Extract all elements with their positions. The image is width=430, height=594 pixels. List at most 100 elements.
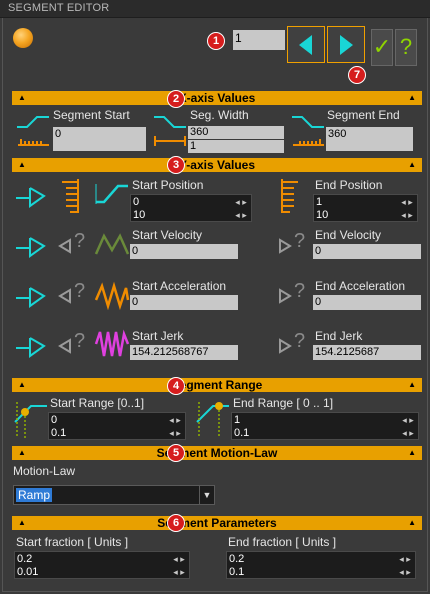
badge-1: 1 [207, 32, 225, 50]
section-y-axis: ▲ Y-axis Values ▲ [12, 158, 422, 172]
start-boundary-icon [16, 187, 46, 208]
status-orb-icon [13, 28, 33, 48]
badge-6: 6 [167, 514, 185, 532]
section-motion-law-title: Segment Motion-Law [156, 446, 278, 460]
badge-7: 7 [348, 66, 366, 84]
spin-arrows-icon[interactable]: ◂ ▸ [396, 553, 414, 565]
title-bar: SEGMENT EDITOR [0, 0, 430, 18]
spin-arrows-icon[interactable]: ◂ ▸ [398, 209, 416, 221]
start-fraction-step[interactable]: 0.01 [17, 566, 38, 578]
spin-arrows-icon[interactable]: ◂ ▸ [232, 209, 250, 221]
start-position-step[interactable]: 10 [133, 209, 145, 221]
end-fraction-field[interactable]: 0.2 0.1 ◂ ▸ ◂ ▸ [226, 551, 416, 579]
end-fraction-step[interactable]: 0.1 [229, 566, 244, 578]
spin-arrows-icon[interactable]: ◂ ▸ [170, 566, 188, 578]
start-range-value[interactable]: 0 [51, 414, 57, 426]
segment-end-icon [292, 116, 324, 146]
position-curve-icon [95, 184, 128, 204]
start-range-icon [14, 402, 47, 438]
expand-arrow-icon[interactable]: ▲ [408, 381, 416, 389]
motion-law-select[interactable]: Ramp ▼ [13, 485, 215, 505]
start-boundary-icon [16, 237, 46, 258]
next-segment-button[interactable] [327, 26, 365, 63]
start-fraction-label: Start fraction [ Units ] [16, 535, 129, 549]
start-boundary-icon [16, 337, 46, 358]
expand-arrow-icon[interactable]: ▲ [408, 449, 416, 457]
unknown-mark: ? [294, 330, 306, 352]
end-velocity-label: End Velocity [315, 228, 382, 242]
section-range-title: Segment Range [171, 378, 263, 392]
end-range-step[interactable]: 0.1 [234, 427, 249, 439]
expand-arrow-icon[interactable]: ▲ [408, 94, 416, 102]
spin-arrows-icon[interactable]: ◂ ▸ [398, 196, 416, 208]
start-jerk-label: Start Jerk [132, 329, 184, 343]
acceleration-curve-icon [94, 281, 130, 310]
spin-arrows-icon[interactable]: ◂ ▸ [396, 566, 414, 578]
end-velocity-field[interactable]: 0 [313, 244, 421, 259]
expand-arrow-icon[interactable]: ▲ [408, 519, 416, 527]
segment-width-step-field[interactable]: 1 [188, 140, 284, 153]
section-x-axis-title: X-axis Values [178, 91, 256, 105]
segment-width-field[interactable]: 360 [188, 126, 284, 139]
segment-index-field[interactable]: 1 [233, 30, 285, 50]
end-jerk-field[interactable]: 154.2125687 [313, 345, 421, 360]
velocity-curve-icon [94, 233, 130, 255]
start-fraction-field[interactable]: 0.2 0.01 ◂ ▸ ◂ ▸ [14, 551, 190, 579]
jerk-curve-icon [94, 329, 130, 357]
end-range-field[interactable]: 1 0.1 ◂ ▸ ◂ ▸ [231, 412, 419, 440]
chevron-down-icon[interactable]: ▼ [199, 486, 214, 504]
end-position-field[interactable]: 1 10 ◂ ▸ ◂ ▸ [313, 194, 418, 222]
confirm-check-button[interactable]: ✓ [371, 29, 393, 66]
end-fraction-label: End fraction [ Units ] [228, 535, 337, 549]
help-button[interactable]: ? [395, 29, 417, 66]
start-acceleration-field[interactable]: 0 [130, 295, 238, 310]
end-acceleration-field[interactable]: 0 [313, 295, 421, 310]
end-jerk-label: End Jerk [315, 329, 363, 343]
section-params-title: Segment Parameters [157, 516, 277, 530]
start-range-field[interactable]: 0 0.1 ◂ ▸ ◂ ▸ [48, 412, 186, 440]
segment-end-field[interactable]: 360 [326, 127, 413, 151]
unknown-mark: ? [74, 230, 86, 252]
end-range-value[interactable]: 1 [234, 414, 240, 426]
start-range-step[interactable]: 0.1 [51, 427, 66, 439]
start-velocity-field[interactable]: 0 [130, 244, 238, 259]
motion-law-selected[interactable]: Ramp [16, 488, 53, 502]
expand-arrow-icon[interactable]: ▲ [408, 161, 416, 169]
spin-arrows-icon[interactable]: ◂ ▸ [166, 427, 184, 439]
end-position-step[interactable]: 10 [316, 209, 328, 221]
end-fraction-value[interactable]: 0.2 [229, 553, 244, 565]
segment-start-label: Segment Start [53, 108, 130, 122]
y-ruler-icon [281, 179, 298, 213]
spin-arrows-icon[interactable]: ◂ ▸ [166, 414, 184, 426]
start-boundary-icon [16, 287, 46, 308]
spin-arrows-icon[interactable]: ◂ ▸ [170, 553, 188, 565]
motion-law-label: Motion-Law [13, 464, 76, 478]
start-velocity-label: Start Velocity [132, 228, 203, 242]
start-jerk-field[interactable]: 154.212568767 [130, 345, 238, 360]
spin-arrows-icon[interactable]: ◂ ▸ [232, 196, 250, 208]
start-position-value[interactable]: 0 [133, 196, 139, 208]
end-range-icon [196, 402, 229, 438]
start-range-label: Start Range [0..1] [50, 396, 145, 410]
end-position-value[interactable]: 1 [316, 196, 322, 208]
prev-segment-button[interactable] [287, 26, 325, 63]
segment-width-label: Seg. Width [190, 108, 249, 122]
start-fraction-value[interactable]: 0.2 [17, 553, 32, 565]
segment-start-field[interactable]: 0 [53, 127, 146, 151]
badge-3: 3 [167, 156, 185, 174]
spin-arrows-icon[interactable]: ◂ ▸ [399, 414, 417, 426]
start-position-field[interactable]: 0 10 ◂ ▸ ◂ ▸ [130, 194, 252, 222]
section-segment-range: ▲ Segment Range ▲ [12, 378, 422, 392]
segment-width-icon [154, 116, 186, 146]
end-position-label: End Position [315, 178, 383, 192]
triangle-left-icon [299, 35, 312, 55]
spin-arrows-icon[interactable]: ◂ ▸ [399, 427, 417, 439]
segment-start-icon [17, 116, 49, 146]
y-ruler-icon [62, 179, 79, 213]
start-position-label: Start Position [132, 178, 204, 192]
start-acceleration-label: Start Acceleration [132, 279, 227, 293]
section-segment-parameters: ▲ Segment Parameters ▲ [12, 516, 422, 530]
badge-2: 2 [167, 90, 185, 108]
badge-4: 4 [167, 377, 185, 395]
unknown-mark: ? [294, 280, 306, 302]
